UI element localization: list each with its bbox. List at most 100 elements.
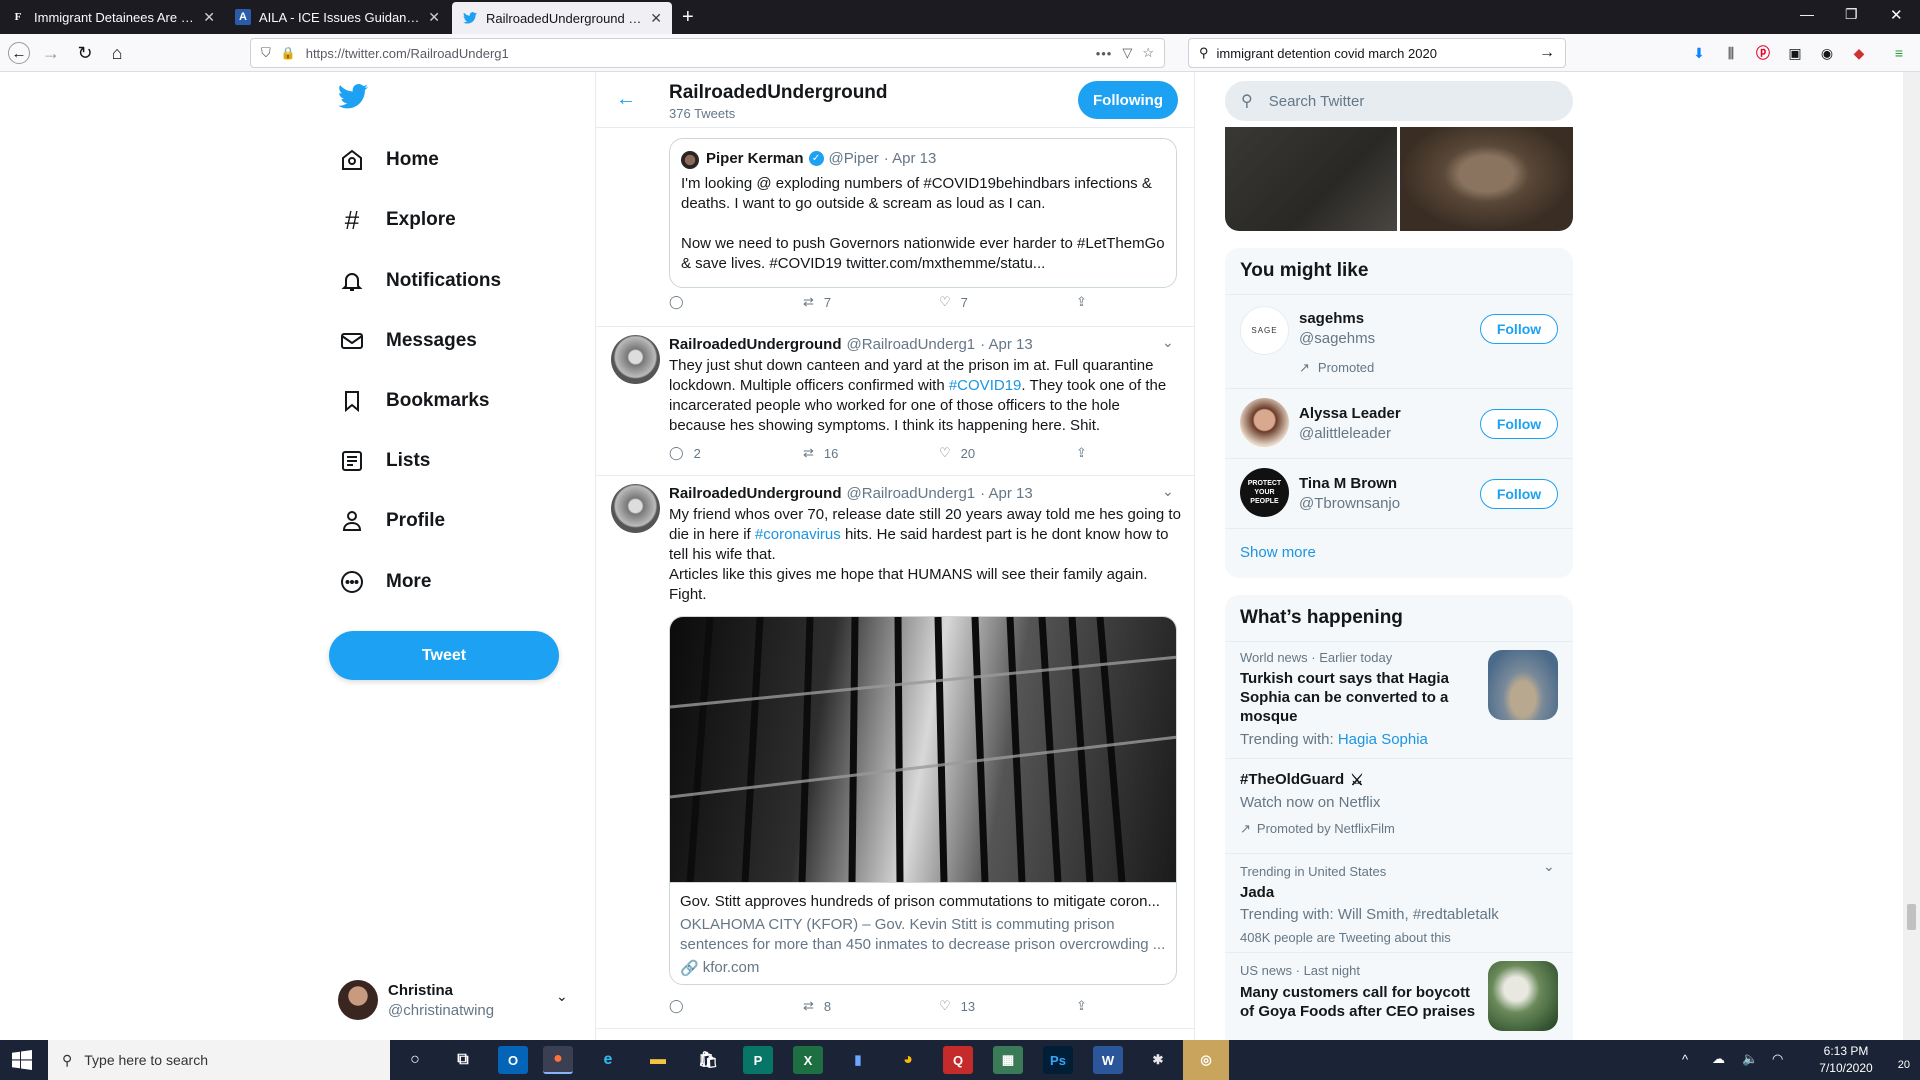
avatar[interactable]: [611, 335, 660, 384]
app-icon[interactable]: Q: [943, 1046, 973, 1074]
share-action[interactable]: ⇪: [1076, 445, 1087, 461]
media-thumbnail[interactable]: [1225, 127, 1397, 231]
photoshop-icon[interactable]: Ps: [1043, 1046, 1073, 1074]
browser-tab-2[interactable]: A AILA - ICE Issues Guidance on C ✕: [225, 0, 450, 34]
browser-search-bar[interactable]: ⚲ immigrant detention covid march 2020 →: [1188, 38, 1566, 68]
sidebar-item-lists[interactable]: Lists: [338, 437, 430, 485]
suggestion-name[interactable]: Alyssa Leader: [1299, 405, 1401, 422]
hashtag-link[interactable]: #COVID19: [949, 377, 1022, 394]
avatar[interactable]: PROTECT YOUR PEOPLE: [1240, 468, 1289, 517]
browser-tab-3-active[interactable]: RailroadedUnderground (@Rai ✕: [452, 2, 672, 34]
account-icon[interactable]: ◉: [1818, 44, 1836, 62]
cortana-icon[interactable]: ○: [400, 1046, 430, 1074]
back-icon[interactable]: ←: [8, 42, 30, 64]
back-arrow-icon[interactable]: ←: [616, 88, 636, 111]
lock-icon[interactable]: 🔒: [281, 46, 296, 60]
sidebar-item-home[interactable]: Home: [338, 136, 439, 184]
clock[interactable]: 6:13 PM 7/10/2020: [1810, 1043, 1882, 1077]
suggestion-name[interactable]: Tina M Brown: [1299, 475, 1397, 492]
retweet-action[interactable]: ⇄ 8: [803, 998, 831, 1014]
avatar[interactable]: [611, 484, 660, 533]
chrome-icon[interactable]: ◕: [893, 1046, 923, 1074]
trend-item[interactable]: #TheOldGuard ⚔ Watch now on Netflix ↗ Prom…: [1225, 759, 1573, 853]
reply-action[interactable]: ◯ 2: [669, 445, 701, 461]
chevron-down-icon[interactable]: ⌄: [556, 988, 568, 1005]
share-action[interactable]: ⇪: [1076, 998, 1087, 1014]
twitter-search-input[interactable]: ⚲ Search Twitter: [1225, 81, 1573, 121]
restore-icon[interactable]: ❐: [1845, 6, 1858, 23]
tweet-author[interactable]: RailroadedUnderground: [669, 485, 842, 502]
browser-tab-1[interactable]: F Immigrant Detainees Are Sitting ✕: [0, 0, 225, 34]
app-icon[interactable]: ▮: [843, 1046, 873, 1074]
app-icon[interactable]: ◎: [1183, 1040, 1229, 1080]
file-explorer-icon[interactable]: ▬: [643, 1046, 673, 1074]
app-icon[interactable]: ▦: [993, 1046, 1023, 1074]
volume-icon[interactable]: 🔈: [1742, 1051, 1758, 1067]
extension-icon[interactable]: ◆: [1850, 44, 1868, 62]
chevron-down-icon[interactable]: ⌄: [1543, 858, 1555, 875]
media-thumbnail[interactable]: [1400, 127, 1573, 231]
minimize-icon[interactable]: —: [1800, 6, 1814, 22]
windows-start-icon[interactable]: [12, 1050, 32, 1070]
page-actions-icon[interactable]: •••: [1096, 46, 1113, 61]
sidebar-item-notifications[interactable]: Notifications: [338, 257, 501, 305]
url-text[interactable]: https://twitter.com/RailroadUnderg1: [306, 46, 509, 61]
sidebar-item-more[interactable]: More: [338, 558, 431, 606]
trend-item[interactable]: US news · Last night Many customers call…: [1225, 953, 1573, 1040]
like-action[interactable]: ♡ 7: [939, 294, 968, 310]
new-tab-icon[interactable]: +: [682, 6, 694, 29]
sidebar-item-explore[interactable]: # Explore: [338, 196, 456, 244]
show-more-link[interactable]: Show more: [1240, 544, 1316, 561]
url-bar[interactable]: ⛉ 🔒 https://twitter.com/RailroadUnderg1 …: [250, 38, 1165, 68]
chevron-down-icon[interactable]: ⌄: [1162, 334, 1174, 351]
pinterest-icon[interactable]: ⓟ: [1754, 44, 1772, 62]
library-icon[interactable]: ⫼: [1722, 44, 1740, 62]
scrollbar-thumb[interactable]: [1907, 904, 1916, 930]
tweet-date[interactable]: · Apr 13: [980, 336, 1033, 353]
retweet-action[interactable]: ⇄ 16: [803, 445, 838, 461]
publisher-icon[interactable]: P: [743, 1046, 773, 1074]
download-icon[interactable]: ⬇: [1690, 44, 1708, 62]
close-tab-icon[interactable]: ✕: [650, 10, 662, 27]
sidebar-toggle-icon[interactable]: ▣: [1786, 44, 1804, 62]
shield-icon[interactable]: ⛉: [261, 45, 271, 61]
close-tab-icon[interactable]: ✕: [203, 9, 215, 26]
chevron-down-icon[interactable]: ⌄: [1162, 483, 1174, 500]
wifi-icon[interactable]: ◠: [1772, 1051, 1783, 1067]
media-preview[interactable]: [1225, 127, 1573, 231]
like-action[interactable]: ♡ 13: [939, 998, 975, 1014]
close-tab-icon[interactable]: ✕: [428, 9, 440, 26]
tweet-date[interactable]: · Apr 13: [980, 485, 1033, 502]
notification-center-icon[interactable]: 20: [1886, 1049, 1910, 1071]
window-close-icon[interactable]: ✕: [1890, 6, 1903, 24]
outlook-icon[interactable]: O: [498, 1046, 528, 1074]
forward-icon[interactable]: →: [40, 42, 62, 64]
account-switcher[interactable]: Christina @christinatwing ⌄: [338, 980, 578, 1024]
search-query-text[interactable]: immigrant detention covid march 2020: [1217, 46, 1437, 61]
trend-item[interactable]: World news · Earlier today Turkish court…: [1225, 642, 1573, 758]
pocket-icon[interactable]: ▽: [1122, 45, 1132, 61]
trend-link[interactable]: Hagia Sophia: [1338, 731, 1428, 748]
home-browser-icon[interactable]: ⌂: [106, 42, 128, 64]
firefox-icon[interactable]: ●: [543, 1046, 573, 1074]
like-action[interactable]: ♡ 20: [939, 445, 975, 461]
sidebar-item-profile[interactable]: Profile: [338, 497, 445, 545]
reply-action[interactable]: ◯: [669, 294, 684, 310]
tweet-button[interactable]: Tweet: [329, 631, 559, 680]
following-button[interactable]: Following: [1078, 81, 1178, 119]
menu-icon[interactable]: ≡: [1890, 44, 1908, 62]
taskbar-search-box[interactable]: ⚲ Type here to search: [48, 1040, 390, 1080]
link-card[interactable]: Gov. Stitt approves hundreds of prison c…: [669, 616, 1177, 985]
share-action[interactable]: ⇪: [1076, 294, 1087, 310]
reload-icon[interactable]: ↻: [74, 42, 96, 64]
hashtag-link[interactable]: #coronavirus: [755, 526, 841, 543]
onedrive-icon[interactable]: ☁: [1712, 1051, 1725, 1067]
suggestion-name[interactable]: sagehms: [1299, 310, 1364, 327]
go-arrow-icon[interactable]: →: [1539, 44, 1555, 62]
retweet-action[interactable]: ⇄ 7: [803, 294, 831, 310]
reply-action[interactable]: ◯: [669, 998, 684, 1014]
slack-icon[interactable]: ✱: [1143, 1046, 1173, 1074]
trend-item[interactable]: Trending in United States Jada Trending …: [1225, 854, 1573, 952]
page-scrollbar[interactable]: [1903, 72, 1920, 1040]
follow-button[interactable]: Follow: [1480, 314, 1558, 344]
